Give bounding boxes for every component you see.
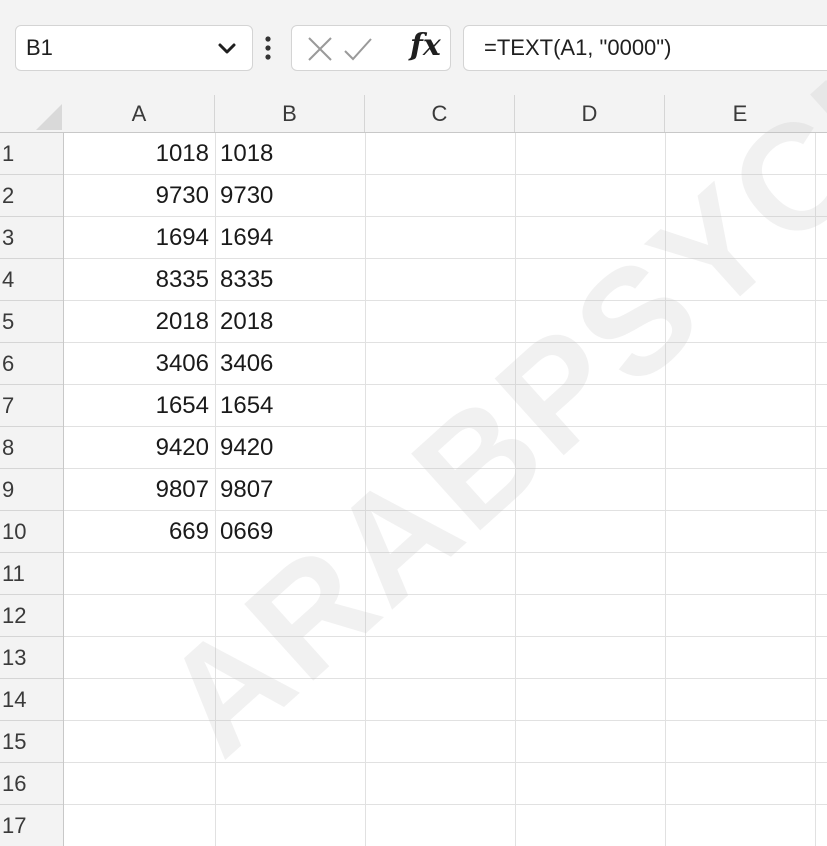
gridline: [64, 594, 827, 595]
gridline: [665, 133, 666, 846]
cell-a6[interactable]: 3406: [64, 343, 209, 385]
cell-b3[interactable]: 1694: [220, 217, 273, 259]
cell-a7[interactable]: 1654: [64, 385, 209, 427]
row-header[interactable]: 1: [0, 133, 63, 175]
gridline: [64, 636, 827, 637]
select-all-button[interactable]: [0, 95, 64, 132]
row-header[interactable]: 3: [0, 217, 63, 259]
row-header[interactable]: 13: [0, 637, 63, 679]
checkmark-icon[interactable]: [343, 36, 373, 62]
row-header[interactable]: 6: [0, 343, 63, 385]
cell-a4[interactable]: 8335: [64, 259, 209, 301]
cell-a3[interactable]: 1694: [64, 217, 209, 259]
spreadsheet-window: B1 fx =TEXT(A1, "0000") A B C D E 1 2 3 …: [0, 0, 827, 846]
select-all-triangle-icon: [36, 104, 62, 130]
fx-icon[interactable]: fx: [410, 28, 441, 63]
cell-b8[interactable]: 9420: [220, 427, 273, 469]
gridline: [365, 133, 366, 846]
row-header[interactable]: 5: [0, 301, 63, 343]
cell-a1[interactable]: 1018: [64, 133, 209, 175]
row-header[interactable]: 8: [0, 427, 63, 469]
cell-b4[interactable]: 8335: [220, 259, 273, 301]
row-header[interactable]: 10: [0, 511, 63, 553]
column-header-b[interactable]: B: [215, 95, 365, 132]
formula-text: =TEXT(A1, "0000"): [484, 35, 672, 60]
gridline: [64, 678, 827, 679]
row-header[interactable]: 2: [0, 175, 63, 217]
formula-bar: B1 fx =TEXT(A1, "0000"): [0, 0, 827, 95]
chevron-down-icon[interactable]: [216, 37, 238, 59]
gridline: [815, 133, 816, 846]
vertical-ellipsis-icon[interactable]: [264, 34, 272, 62]
cell-a10[interactable]: 669: [64, 511, 209, 553]
row-header[interactable]: 11: [0, 553, 63, 595]
row-header[interactable]: 17: [0, 805, 63, 846]
gridline: [215, 133, 216, 846]
cell-b9[interactable]: 9807: [220, 469, 273, 511]
gridline: [64, 762, 827, 763]
cell-a8[interactable]: 9420: [64, 427, 209, 469]
row-header[interactable]: 15: [0, 721, 63, 763]
cell-b5[interactable]: 2018: [220, 301, 273, 343]
cell-a5[interactable]: 2018: [64, 301, 209, 343]
cell-b6[interactable]: 3406: [220, 343, 273, 385]
cell-area[interactable]: 1018 9730 1694 8335 2018 3406 1654 9420 …: [64, 133, 827, 846]
column-header-c[interactable]: C: [365, 95, 515, 132]
row-headers: 1 2 3 4 5 6 7 8 9 10 11 12 13 14 15 16 1…: [0, 133, 64, 846]
name-box-value: B1: [26, 35, 53, 60]
gridline: [64, 720, 827, 721]
column-header-a[interactable]: A: [64, 95, 215, 132]
column-headers: A B C D E: [64, 95, 827, 132]
cell-b10[interactable]: 0669: [220, 511, 273, 553]
formula-controls: fx: [291, 25, 451, 71]
formula-input[interactable]: =TEXT(A1, "0000"): [463, 25, 827, 71]
cell-a2[interactable]: 9730: [64, 175, 209, 217]
cell-a9[interactable]: 9807: [64, 469, 209, 511]
cell-b7[interactable]: 1654: [220, 385, 273, 427]
row-header[interactable]: 7: [0, 385, 63, 427]
column-header-d[interactable]: D: [515, 95, 665, 132]
cancel-x-icon[interactable]: [307, 36, 333, 62]
row-header[interactable]: 14: [0, 679, 63, 721]
gridline: [64, 804, 827, 805]
row-header[interactable]: 16: [0, 763, 63, 805]
row-header[interactable]: 4: [0, 259, 63, 301]
row-header[interactable]: 12: [0, 595, 63, 637]
column-header-e[interactable]: E: [665, 95, 815, 132]
gridline: [515, 133, 516, 846]
worksheet-grid: A B C D E 1 2 3 4 5 6 7 8 9 10 11 12 13 …: [0, 95, 827, 846]
cell-b2[interactable]: 9730: [220, 175, 273, 217]
row-header[interactable]: 9: [0, 469, 63, 511]
cell-b1[interactable]: 1018: [220, 133, 273, 175]
